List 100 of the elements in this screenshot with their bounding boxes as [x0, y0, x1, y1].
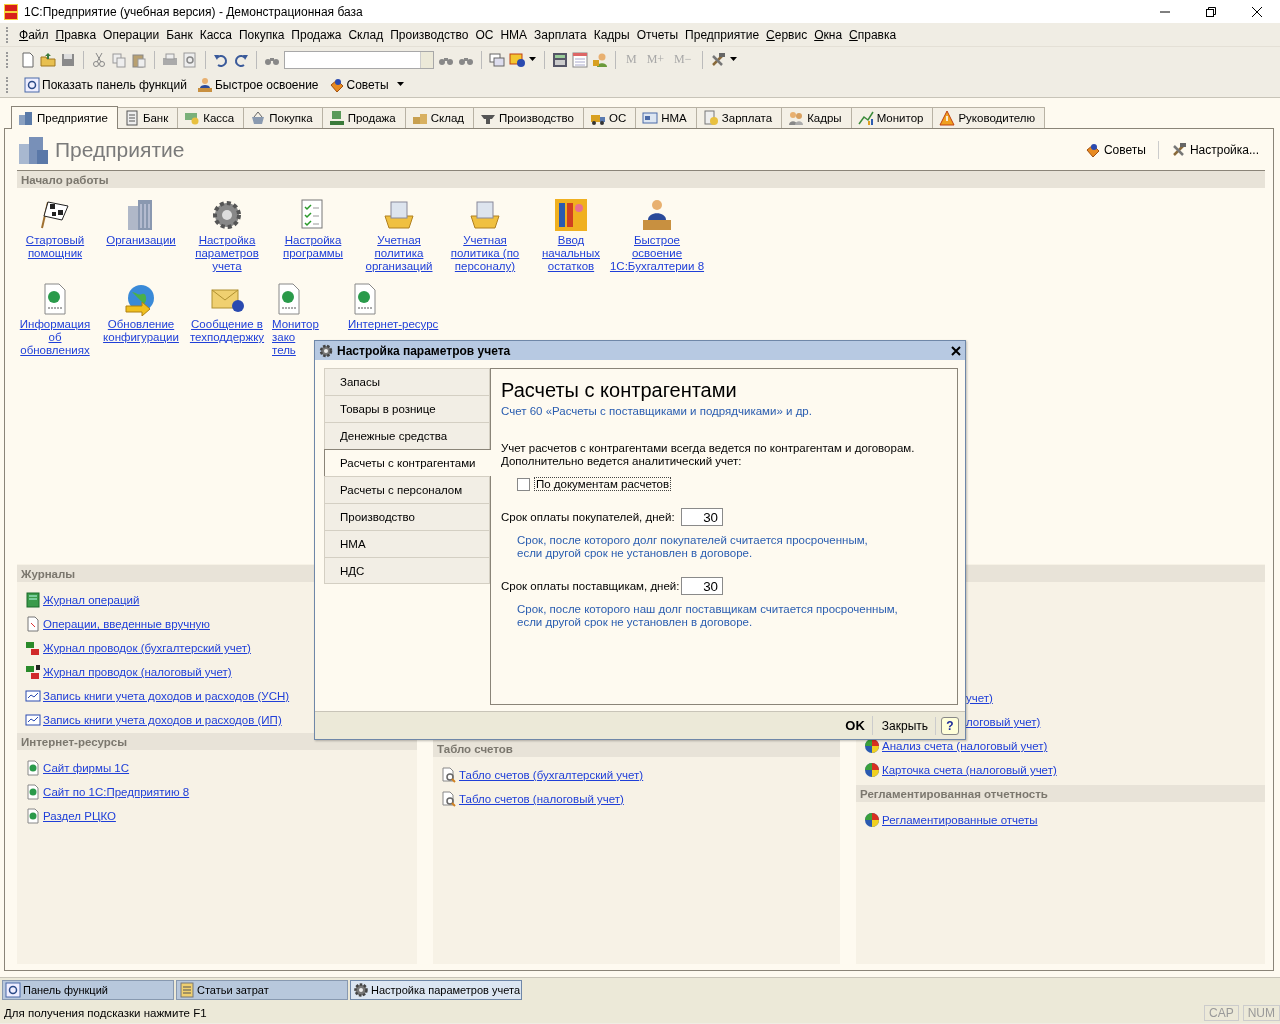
tab[interactable]: Предприятие: [11, 106, 118, 129]
start-link[interactable]: Организации: [106, 234, 176, 247]
tab[interactable]: Покупка: [243, 107, 323, 128]
toolbar-button[interactable]: Показать панель функций: [22, 76, 189, 93]
menu-item[interactable]: Касса: [196, 27, 235, 42]
menu-item[interactable]: Кадры: [590, 27, 633, 42]
toolbar-button[interactable]: Быстрое освоение: [194, 76, 321, 93]
clipboard-icon[interactable]: [131, 51, 147, 68]
link[interactable]: Журнал операций: [43, 594, 140, 606]
calendar-icon[interactable]: [572, 51, 588, 68]
menu-item[interactable]: Продажа: [288, 27, 345, 42]
taskbar-button[interactable]: Панель функций: [2, 980, 174, 1000]
menu-item[interactable]: Склад: [345, 27, 387, 42]
tab[interactable]: Кадры: [781, 107, 852, 128]
menu-item[interactable]: ОС: [472, 27, 497, 42]
checkbox[interactable]: [517, 477, 530, 491]
calculator-icon[interactable]: [552, 51, 568, 68]
nav-tab[interactable]: Расчеты с персоналом: [324, 476, 490, 503]
toolbar-button[interactable]: Советы: [326, 76, 391, 93]
tab[interactable]: Производство: [473, 107, 584, 128]
document-icon[interactable]: [20, 51, 36, 68]
menu-item[interactable]: Банк: [163, 27, 196, 42]
menu-item[interactable]: Файл: [16, 27, 52, 42]
menu-item[interactable]: Зарплата: [531, 27, 590, 42]
link[interactable]: Запись книги учета доходов и расходов (ИП): [43, 714, 282, 726]
tab[interactable]: Зарплата: [695, 107, 783, 128]
caret-icon[interactable]: [396, 82, 405, 87]
link[interactable]: Журнал проводок (налоговый учет): [43, 666, 232, 678]
start-link[interactable]: Информация об обновлениях: [19, 318, 91, 357]
toolbar-button[interactable]: Настройка...: [1164, 141, 1265, 158]
menu-item[interactable]: Отчеты: [633, 27, 682, 42]
folder-icon[interactable]: [40, 51, 56, 68]
menu-item[interactable]: Предприятие: [682, 27, 763, 42]
close-button[interactable]: [951, 345, 961, 356]
preview-icon[interactable]: [182, 51, 198, 68]
number-field[interactable]: 30: [681, 508, 723, 526]
menu-item[interactable]: Окна: [811, 27, 846, 42]
link[interactable]: Запись книги учета доходов и расходов (УСН): [43, 690, 290, 702]
scissors-icon[interactable]: [91, 51, 107, 68]
tab[interactable]: НМА: [635, 107, 697, 128]
link[interactable]: логовый учет): [966, 716, 1041, 728]
windows-icon[interactable]: [489, 51, 505, 68]
menu-item[interactable]: Справка: [846, 27, 900, 42]
start-link[interactable]: Монитор зако тель: [272, 318, 319, 357]
caret-icon[interactable]: [529, 57, 537, 62]
taskbar-button[interactable]: Статьи затрат: [176, 980, 348, 1000]
start-link[interactable]: Интернет-ресурс: [348, 318, 439, 331]
tab[interactable]: Монитор: [850, 107, 934, 128]
link[interactable]: Сайт по 1С:Предприятию 8: [43, 786, 190, 798]
close-icon[interactable]: [1252, 6, 1262, 17]
nav-tab[interactable]: Товары в рознице: [324, 395, 490, 422]
start-link[interactable]: Стартовый помощник: [25, 234, 85, 260]
start-link[interactable]: Настройка программы: [282, 234, 344, 260]
link[interactable]: Сайт фирмы 1С: [43, 762, 130, 774]
link[interactable]: Карточка счета (налоговый учет): [882, 764, 1057, 776]
dialog-button[interactable]: OK: [838, 716, 873, 735]
nav-tab[interactable]: Производство: [324, 503, 490, 530]
printer-icon[interactable]: [162, 51, 178, 68]
search-field[interactable]: [284, 50, 434, 69]
tab[interactable]: Продажа: [321, 107, 406, 128]
restore-icon[interactable]: [1206, 6, 1216, 17]
link[interactable]: учет): [966, 692, 993, 704]
dialog-button[interactable]: Закрыть: [874, 716, 936, 735]
start-link[interactable]: Обновление конфигурации: [103, 318, 179, 344]
menu-item[interactable]: НМА: [497, 27, 531, 42]
tab[interactable]: Касса: [177, 107, 245, 128]
checkbox-label[interactable]: По документам расчетов: [534, 477, 672, 491]
start-link[interactable]: Ввод начальных остатков: [542, 234, 600, 273]
menu-item[interactable]: Правка: [52, 27, 100, 42]
menu-item[interactable]: Сервис: [763, 27, 811, 42]
toolbar-button[interactable]: Советы: [1078, 141, 1152, 158]
menu-item[interactable]: Покупка: [236, 27, 288, 42]
nav-tab[interactable]: Денежные средства: [324, 422, 490, 449]
link[interactable]: Анализ счета (налоговый учет): [882, 740, 1048, 752]
tab[interactable]: Руководителю: [932, 107, 1046, 128]
start-link[interactable]: Сообщение в техподдержку: [189, 318, 265, 344]
copy-icon[interactable]: [111, 51, 127, 68]
tab[interactable]: Банк: [116, 107, 179, 128]
taskbar-button[interactable]: Настройка параметров учета: [350, 980, 522, 1000]
nav-tab[interactable]: НМА: [324, 530, 490, 557]
tab[interactable]: Склад: [404, 107, 474, 128]
tab[interactable]: ОС: [583, 107, 637, 128]
link[interactable]: Раздел РЦКО: [43, 810, 116, 822]
save-icon[interactable]: [60, 51, 76, 68]
menu-item[interactable]: Операции: [100, 27, 163, 42]
start-link[interactable]: Быстрое освоение 1С:Бухгалтерии 8: [609, 234, 705, 273]
number-field[interactable]: 30: [681, 577, 723, 595]
link[interactable]: Регламентированные отчеты: [882, 814, 1038, 826]
caret-icon[interactable]: [729, 57, 738, 62]
menu-item[interactable]: Производство: [387, 27, 472, 42]
link[interactable]: Журнал проводок (бухгалтерский учет): [43, 642, 251, 654]
help-button[interactable]: ?: [941, 716, 959, 735]
link[interactable]: Табло счетов (налоговый учет): [459, 793, 624, 805]
nav-tab[interactable]: Запасы: [324, 368, 490, 395]
start-link[interactable]: Учетная политика организаций: [365, 234, 433, 273]
start-link[interactable]: Настройка параметров учета: [195, 234, 259, 273]
tools-icon[interactable]: [709, 51, 726, 68]
link[interactable]: Табло счетов (бухгалтерский учет): [459, 769, 644, 781]
link[interactable]: Операции, введенные вручную: [43, 618, 210, 630]
start-link[interactable]: Учетная политика (по персоналу): [450, 234, 520, 273]
